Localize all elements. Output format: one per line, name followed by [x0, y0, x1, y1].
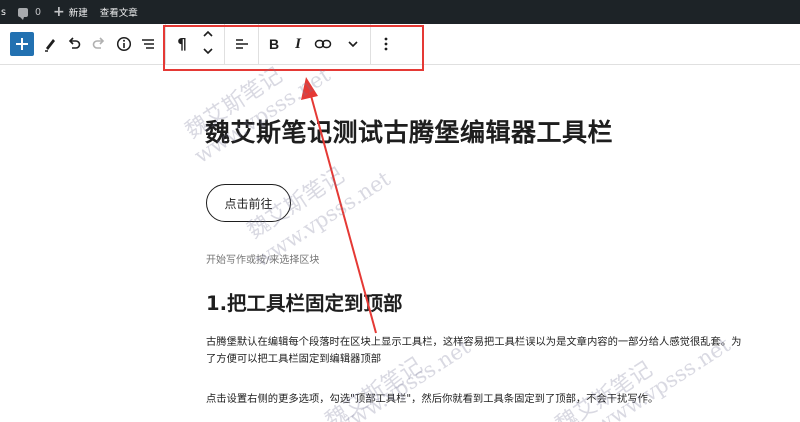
paragraph-block[interactable]: 古腾堡默认在编辑每个段落时在区块上显示工具栏，这样容易把工具栏误以为是文章内容的… [206, 334, 741, 368]
admin-bar: s 0 + 新建 查看文章 [0, 0, 800, 24]
info-icon [116, 36, 132, 52]
align-button[interactable] [230, 32, 254, 56]
admin-bar-site-name[interactable]: s [0, 0, 12, 24]
toolbar-separator [258, 24, 259, 65]
paragraph-icon: ¶ [177, 35, 187, 53]
pencil-icon [45, 39, 55, 52]
link-icon [314, 39, 332, 49]
paragraph-line: 了方便可以把工具栏固定到编辑器顶部 [206, 353, 382, 365]
cta-button-label: 点击前往 [224, 196, 273, 211]
section-heading[interactable]: 1.把工具栏固定到顶部 [206, 287, 402, 316]
toolbar-separator [165, 24, 166, 65]
comments-count: 0 [34, 6, 41, 18]
list-view-icon [142, 39, 154, 49]
admin-bar-view-post[interactable]: 查看文章 [94, 0, 144, 24]
chevron-down-icon [348, 41, 358, 48]
chevron-up-icon [203, 30, 213, 37]
paragraph-line: 古腾堡默认在编辑每个段落时在区块上显示工具栏，这样容易把工具栏误以为是文章内容的… [206, 336, 742, 348]
redo-button[interactable] [87, 32, 111, 56]
align-left-icon [236, 39, 248, 49]
comment-bubble-icon [17, 7, 28, 20]
site-name-fragment: s [1, 6, 6, 18]
editor-toolbar: ¶ B I [0, 24, 800, 65]
plus-icon: + [53, 4, 65, 20]
view-post-label: 查看文章 [99, 8, 138, 19]
more-rich-text-button[interactable] [341, 32, 365, 56]
bold-icon: B [268, 36, 280, 52]
new-label: 新建 [68, 8, 88, 19]
chevron-down-icon [203, 48, 213, 55]
details-button[interactable] [112, 32, 136, 56]
admin-bar-comments[interactable]: 0 [12, 0, 47, 24]
italic-button[interactable]: I [286, 32, 310, 56]
undo-icon [68, 37, 81, 49]
admin-bar-new[interactable]: + 新建 [47, 0, 94, 24]
move-up-button[interactable] [196, 27, 220, 41]
plus-icon [16, 38, 28, 50]
undo-button[interactable] [62, 32, 86, 56]
list-view-button[interactable] [136, 32, 160, 56]
tools-button[interactable] [38, 32, 62, 56]
block-options-button[interactable] [374, 32, 398, 56]
cta-button[interactable]: 点击前往 [206, 184, 291, 222]
toolbar-separator [370, 24, 371, 65]
italic-icon: I [295, 35, 301, 52]
more-vertical-icon [384, 37, 388, 51]
move-down-button[interactable] [196, 44, 220, 58]
add-block-button[interactable] [10, 32, 34, 56]
redo-icon [92, 37, 105, 49]
paragraph-block[interactable]: 点击设置右侧的更多选项，勾选"顶部工具栏"，然后你就看到工具条固定到了顶部，不会… [206, 391, 658, 408]
paragraph-block-button[interactable]: ¶ [170, 32, 194, 56]
block-placeholder[interactable]: 开始写作或按/来选择区块 [206, 251, 319, 266]
link-button[interactable] [311, 32, 335, 56]
toolbar-separator [224, 24, 225, 65]
post-title[interactable]: 魏艾斯笔记测试古腾堡编辑器工具栏 [205, 113, 613, 149]
bold-button[interactable]: B [262, 32, 286, 56]
